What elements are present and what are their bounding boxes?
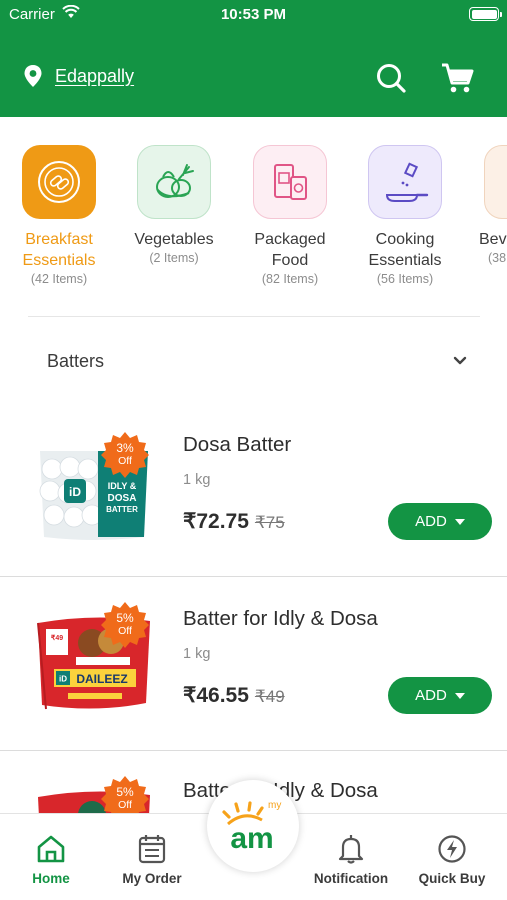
category-tile xyxy=(484,145,507,219)
cart-button[interactable] xyxy=(439,60,475,96)
product-price-block: ₹72.75 ₹75 xyxy=(183,509,285,534)
location-selector[interactable]: Edappally xyxy=(22,64,134,88)
brand-text: DAILEEZ xyxy=(76,672,127,686)
lightning-icon xyxy=(438,835,466,863)
category-name-line: Packaged xyxy=(254,231,326,248)
nav-home[interactable]: Home xyxy=(1,832,101,886)
discount-percent: 3% xyxy=(116,441,134,455)
category-count: (56 Items) xyxy=(376,272,434,286)
add-to-cart-button[interactable]: ADD xyxy=(388,503,492,540)
discount-badge: 5% Off xyxy=(101,601,149,649)
discount-badge: 3% Off xyxy=(101,431,149,479)
category-name-line: Essentials xyxy=(22,252,96,269)
chevron-down-icon xyxy=(453,356,467,365)
cart-icon xyxy=(442,63,474,93)
product-name: Batter for Idly & Dosa xyxy=(183,607,378,630)
add-label: ADD xyxy=(415,513,447,530)
category-tile xyxy=(22,145,96,219)
battery-icon xyxy=(469,7,502,21)
svg-text:IDLY &: IDLY & xyxy=(108,481,137,491)
category-count: (82 Items) xyxy=(261,272,319,286)
location-name: Edappally xyxy=(55,65,135,86)
category-name-line: Cooking xyxy=(375,231,435,248)
subcategory-label: Batters xyxy=(47,350,105,371)
nav-label: Notification xyxy=(313,871,389,886)
caret-down-icon xyxy=(454,518,465,525)
category-cooking-essentials[interactable]: Cooking Essentials (56 Items) xyxy=(355,145,455,286)
discount-off-label: Off xyxy=(118,455,132,467)
logo-small-text: my xyxy=(268,800,281,811)
category-name-line: Vegetables xyxy=(134,231,214,248)
price-tag-text: ₹49 xyxy=(51,634,63,642)
subcategory-dropdown[interactable]: Batters xyxy=(47,348,467,374)
svg-text:iD: iD xyxy=(69,485,81,499)
svg-text:iD: iD xyxy=(59,675,67,684)
nav-notification[interactable]: Notification xyxy=(301,832,401,886)
category-vegetables[interactable]: Vegetables (2 Items) xyxy=(124,145,224,265)
discount-off-label: Off xyxy=(118,625,132,637)
product-mrp: ₹75 xyxy=(254,513,285,532)
nav-my-order[interactable]: My Order xyxy=(102,832,202,886)
category-count: (38 xyxy=(488,251,507,265)
add-label: ADD xyxy=(415,687,447,704)
search-icon xyxy=(377,64,406,93)
svg-text:BATTER: BATTER xyxy=(106,505,138,514)
discount-percent: 5% xyxy=(116,611,134,625)
discount-percent: 5% xyxy=(116,785,134,799)
divider xyxy=(28,316,480,317)
bell-icon xyxy=(338,835,364,864)
beverage-icon xyxy=(501,162,507,202)
packaged-food-icon xyxy=(274,164,307,200)
clock: 10:53 PM xyxy=(220,6,287,23)
product-weight: 1 kg xyxy=(183,472,211,488)
category-name-line: Bev xyxy=(479,231,507,248)
cooking-icon xyxy=(385,162,429,202)
category-name-line: Food xyxy=(271,252,309,269)
category-name: Vegetables xyxy=(124,229,224,250)
product-price: ₹72.75 xyxy=(183,510,249,533)
breakfast-icon xyxy=(38,161,80,203)
svg-text:DOSA: DOSA xyxy=(108,493,137,504)
caret-down-icon xyxy=(454,692,465,699)
nav-label: My Order xyxy=(122,871,182,886)
category-name: Bev xyxy=(471,229,507,250)
category-name: Packaged Food xyxy=(240,229,340,271)
category-tile xyxy=(253,145,327,219)
category-name: Breakfast Essentials xyxy=(9,229,109,271)
category-packaged-food[interactable]: Packaged Food (82 Items) xyxy=(240,145,340,286)
nav-label: Quick Buy xyxy=(418,871,486,886)
product-weight: 1 kg xyxy=(183,646,211,662)
category-beverages[interactable]: Bev (38 xyxy=(471,145,507,265)
category-strip[interactable]: Breakfast Essentials (42 Items) Vegetabl… xyxy=(0,117,507,317)
logo-main-text: am xyxy=(230,822,273,855)
myam-logo-icon: my am xyxy=(222,800,281,855)
app-header: Carrier 10:53 PM Edappally xyxy=(0,0,507,117)
product-price-block: ₹46.55 ₹49 xyxy=(183,683,285,708)
product-card[interactable]: iD IDLY & DOSA BATTER 3% Off Dosa Batter… xyxy=(0,403,507,577)
product-mrp: ₹49 xyxy=(254,687,285,706)
category-name: Cooking Essentials xyxy=(355,229,455,271)
category-tile xyxy=(368,145,442,219)
nav-quick-buy[interactable]: Quick Buy xyxy=(402,832,502,886)
product-name: Dosa Batter xyxy=(183,433,292,456)
location-pin-icon xyxy=(24,65,42,87)
vegetables-icon xyxy=(156,164,194,198)
category-name-line: Breakfast xyxy=(25,231,93,248)
category-tile xyxy=(137,145,211,219)
category-name-line: Essentials xyxy=(368,252,442,269)
myam-logo-button[interactable]: my am xyxy=(207,780,299,872)
nav-label: Home xyxy=(32,871,70,886)
category-count: (42 Items) xyxy=(30,272,88,286)
product-card[interactable]: ₹49 iD DAILEEZ 5% Off Batter for Idly & … xyxy=(0,577,507,751)
home-icon xyxy=(37,835,65,863)
product-price: ₹46.55 xyxy=(183,684,249,707)
category-count: (2 Items) xyxy=(149,251,199,265)
category-breakfast-essentials[interactable]: Breakfast Essentials (42 Items) xyxy=(9,145,109,286)
add-to-cart-button[interactable]: ADD xyxy=(388,677,492,714)
search-button[interactable] xyxy=(373,60,409,96)
status-bar: Carrier 10:53 PM xyxy=(0,0,507,30)
discount-off-label: Off xyxy=(118,799,132,811)
order-list-icon xyxy=(138,835,166,864)
app-screen: Carrier 10:53 PM Edappally Breakfast Ess… xyxy=(0,0,507,900)
